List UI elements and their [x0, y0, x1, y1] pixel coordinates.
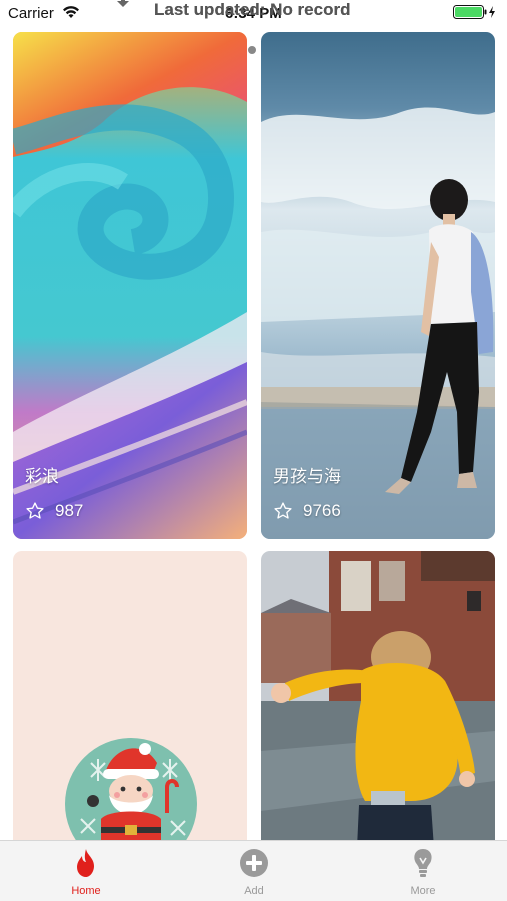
tab-label-home: Home — [71, 885, 101, 897]
page-dot[interactable] — [248, 46, 256, 54]
wallpaper-card[interactable]: 彩浪 987 — [13, 32, 247, 539]
card-title: 彩浪 — [25, 467, 59, 486]
tab-label-more: More — [410, 885, 436, 897]
tab-more[interactable]: More — [383, 847, 463, 897]
wifi-icon — [63, 6, 79, 18]
tab-add[interactable]: Add — [214, 847, 294, 897]
battery-icon — [453, 5, 495, 19]
star-icon[interactable] — [25, 501, 45, 521]
star-icon[interactable] — [273, 501, 293, 521]
tab-label-add: Add — [244, 885, 264, 897]
tab-home[interactable]: Home — [46, 847, 126, 897]
star-count: 9766 — [303, 501, 341, 520]
card-stats: 9766 — [273, 501, 341, 521]
lightbulb-icon — [414, 849, 432, 877]
plus-circle-icon — [240, 849, 268, 877]
star-count: 987 — [55, 501, 84, 520]
tab-bar: Home Add More — [0, 840, 507, 901]
card-title: 男孩与海 — [273, 467, 341, 486]
wallpaper-card[interactable]: 男孩与海 9766 — [261, 32, 495, 539]
refresh-arrow-icon — [117, 0, 129, 7]
last-updated-label: Last updated: No record — [154, 0, 351, 19]
card-stats: 987 — [25, 501, 83, 521]
flame-icon — [77, 849, 94, 877]
carrier-label: Carrier — [8, 5, 54, 22]
